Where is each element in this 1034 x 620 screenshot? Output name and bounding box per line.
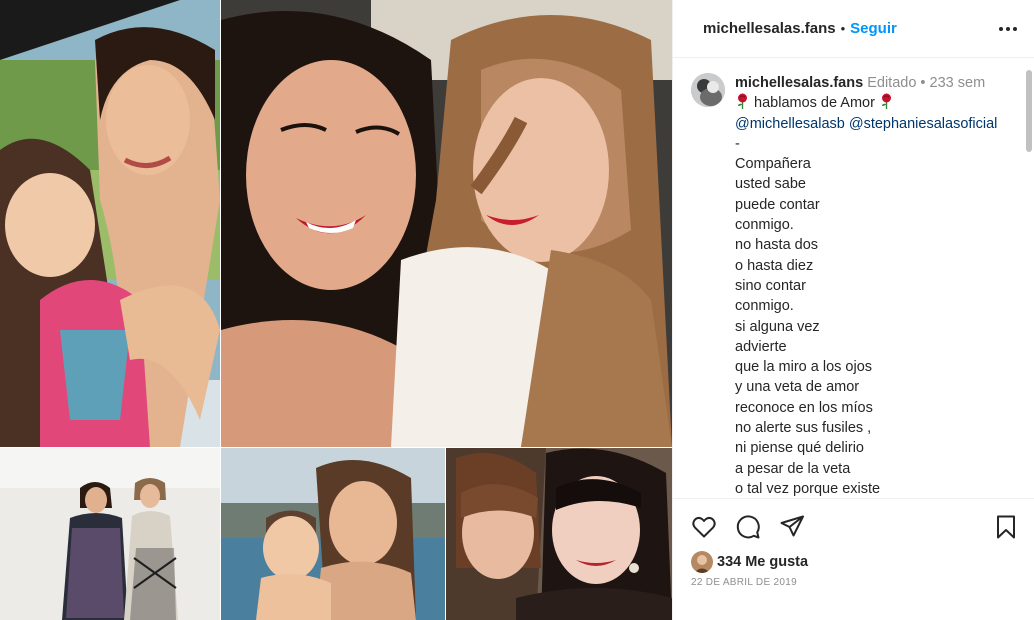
photo-two-women-selfie [221, 0, 672, 447]
caption-line: no hasta dos [735, 237, 819, 254]
avatar[interactable] [691, 73, 725, 107]
comment-icon[interactable] [734, 513, 762, 541]
post-detail-panel: michellesalas.fans • Seguir michellesala… [672, 0, 1034, 620]
mention-link[interactable]: @michellesalasb [735, 116, 845, 132]
heart-icon[interactable] [690, 513, 718, 541]
bookmark-icon[interactable] [992, 513, 1020, 541]
photo-mother-child-beach [0, 0, 220, 447]
send-icon[interactable] [778, 513, 806, 541]
photo-girl-baby-sea [221, 448, 445, 620]
caption-text: michellesalas.fans Editado • 233 sem hab… [735, 73, 1034, 497]
collage-divider-bottom [445, 448, 446, 620]
rose-emoji-icon [738, 93, 747, 110]
mention-link[interactable]: @stephaniesalasoficial [849, 116, 998, 132]
rose-emoji-icon [881, 93, 891, 110]
caption-line: puede contar [735, 196, 820, 213]
caption-age[interactable]: 233 sem [930, 75, 986, 91]
caption-line: si alguna vez [735, 318, 820, 335]
post-header: michellesalas.fans • Seguir [673, 0, 1034, 58]
caption-edited-label: Editado [867, 75, 917, 91]
header-separator: • [840, 21, 846, 36]
comments-scroll-area[interactable]: michellesalas.fans Editado • 233 sem hab… [673, 59, 1034, 497]
caption-line: o hasta diez [735, 257, 814, 274]
photo-two-women-standing [0, 448, 220, 620]
caption-line: que la miro a los ojos [735, 359, 873, 376]
caption-line: no alerte sus fusiles , [735, 420, 872, 437]
caption-dot: • [920, 75, 926, 91]
post-image-collage[interactable] [0, 0, 672, 620]
caption-username[interactable]: michellesalas.fans [735, 75, 863, 91]
collage-divider-vertical [220, 0, 221, 620]
likes-row[interactable]: 334 Me gusta [691, 551, 808, 573]
caption-line: reconoce en los míos [735, 399, 873, 416]
post-author-username[interactable]: michellesalas.fans [703, 20, 836, 37]
caption-line: - [735, 135, 740, 152]
caption-comment: michellesalas.fans Editado • 233 sem hab… [691, 73, 1034, 497]
caption-line: advierte [735, 338, 787, 355]
caption-line: usted sabe [735, 176, 806, 193]
action-icon-row [690, 513, 1020, 541]
post-actions: 334 Me gusta 22 DE ABRIL DE 2019 [673, 498, 1034, 620]
more-options-icon[interactable] [996, 19, 1020, 39]
post-date[interactable]: 22 DE ABRIL DE 2019 [691, 577, 797, 588]
caption-line: o tal vez porque existe [735, 480, 881, 497]
caption-line: a pesar de la veta [735, 460, 851, 477]
photo-vintage-mother-daughter [446, 448, 672, 620]
follow-button[interactable]: Seguir [850, 20, 897, 37]
collage-divider-horizontal [0, 447, 672, 448]
caption-line: conmigo. [735, 298, 794, 315]
likes-count[interactable]: 334 Me gusta [717, 554, 808, 570]
caption-line: sino contar [735, 277, 806, 294]
caption-line: Compañera [735, 156, 811, 173]
caption-line: conmigo. [735, 217, 794, 234]
liker-avatar [691, 551, 713, 573]
comments-scrollbar[interactable] [1026, 70, 1032, 152]
caption-line: ni piense qué delirio [735, 440, 864, 457]
caption-title: hablamos de Amor [754, 95, 875, 112]
caption-line: y una veta de amor [735, 379, 860, 396]
caption-lines: - Compañera usted sabe puede contar conmigo.… [735, 134, 1034, 497]
